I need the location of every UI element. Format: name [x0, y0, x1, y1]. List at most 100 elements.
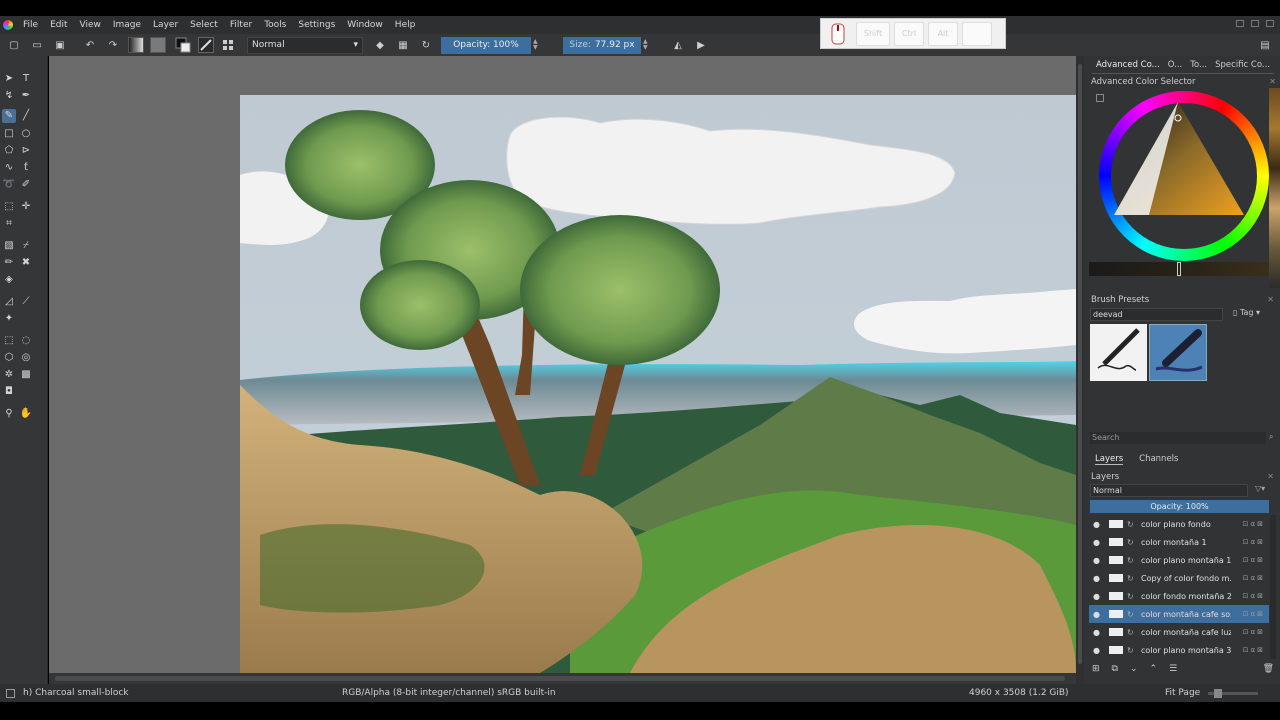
- layer-row[interactable]: ● ↻ Copy of color fondo m... ⊡α⊠: [1089, 569, 1269, 587]
- layer-name[interactable]: color montaña cafe luz: [1141, 628, 1231, 637]
- layer-list-scrollbar[interactable]: [1270, 515, 1276, 659]
- eraser-mode-icon[interactable]: ◆: [371, 36, 389, 54]
- polygon-tool-icon[interactable]: ⬠: [2, 144, 16, 158]
- reference-images-icon[interactable]: ✦: [2, 312, 16, 326]
- tag-button[interactable]: ▯ Tag ▾: [1233, 308, 1260, 317]
- close-icon[interactable]: [1266, 20, 1274, 27]
- move-layer-up-icon[interactable]: ⌃: [1150, 664, 1158, 678]
- tab-specific-color[interactable]: Specific Co...: [1211, 60, 1275, 74]
- gradient-tool-icon[interactable]: ▧: [2, 239, 16, 253]
- alpha-inherit-icon[interactable]: ↻: [1127, 628, 1135, 637]
- brush-preset-charcoal[interactable]: [1149, 324, 1207, 381]
- alpha-inherit-icon[interactable]: ↻: [1127, 556, 1135, 565]
- visibility-eye-icon[interactable]: ●: [1093, 574, 1103, 583]
- open-document-icon[interactable]: ▭: [28, 36, 46, 54]
- zoom-slider-handle[interactable]: [1214, 689, 1222, 698]
- filter-icon[interactable]: ▽▾: [1255, 484, 1265, 493]
- alpha-inherit-icon[interactable]: ↻: [1127, 592, 1135, 601]
- visibility-eye-icon[interactable]: ●: [1093, 592, 1103, 601]
- layer-name[interactable]: color fondo montaña 2: [1141, 592, 1231, 601]
- menu-tools[interactable]: Tools: [258, 20, 292, 30]
- pattern-swatch[interactable]: [150, 37, 166, 53]
- visibility-eye-icon[interactable]: ●: [1093, 610, 1103, 619]
- brush-search-input[interactable]: Search: [1090, 432, 1266, 444]
- tab-advanced-color[interactable]: Advanced Co...: [1092, 60, 1164, 74]
- alpha-inherit-icon[interactable]: ↻: [1127, 610, 1135, 619]
- layer-name[interactable]: color plano montaña 3: [1141, 646, 1231, 655]
- color-picker-icon[interactable]: ⌿: [19, 239, 33, 253]
- menu-edit[interactable]: Edit: [44, 20, 73, 30]
- redo-icon[interactable]: ↷: [104, 36, 122, 54]
- smart-patch-icon[interactable]: ✖: [19, 256, 33, 270]
- move-layer-down-icon[interactable]: ⌄: [1130, 664, 1138, 678]
- restore-icon[interactable]: [1251, 20, 1259, 27]
- tab-overview[interactable]: O...: [1163, 60, 1187, 74]
- line-tool-icon[interactable]: ╱: [19, 109, 33, 123]
- multibrush-icon[interactable]: ✐: [19, 178, 33, 192]
- tab-tool-options[interactable]: To...: [1186, 60, 1212, 74]
- similar-select-icon[interactable]: ▩: [19, 368, 33, 382]
- alpha-inherit-icon[interactable]: ↻: [1127, 574, 1135, 583]
- tab-channels[interactable]: Channels: [1139, 454, 1178, 465]
- dynamic-brush-icon[interactable]: ➰: [2, 178, 16, 192]
- bezier-select-icon[interactable]: ◘: [2, 385, 16, 399]
- menu-settings[interactable]: Settings: [292, 20, 341, 30]
- zoom-slider[interactable]: [1208, 689, 1258, 698]
- layer-flags-icon[interactable]: ⊡α⊠: [1243, 592, 1265, 600]
- transform-tool-icon[interactable]: ⬚: [2, 200, 16, 214]
- blend-mode-select[interactable]: Normal ▾: [247, 36, 363, 54]
- layer-properties-icon[interactable]: ☰: [1169, 664, 1177, 678]
- delete-layer-icon[interactable]: 🗑: [1263, 664, 1274, 678]
- calligraphy-icon[interactable]: ✒: [19, 89, 33, 103]
- duplicate-layer-icon[interactable]: ⧉: [1112, 664, 1118, 678]
- brush-preset-icon[interactable]: [198, 37, 214, 53]
- palette-column[interactable]: [1269, 88, 1280, 288]
- layer-name[interactable]: color montaña cafe so...: [1141, 610, 1231, 619]
- assistant-tool-icon[interactable]: ◿: [2, 295, 16, 309]
- search-icon[interactable]: ⌕: [1269, 432, 1273, 442]
- measure-tool-icon[interactable]: ⟋: [19, 295, 33, 309]
- grid-icon[interactable]: [219, 36, 237, 54]
- layer-flags-icon[interactable]: ⊡α⊠: [1243, 610, 1265, 618]
- menu-view[interactable]: View: [74, 20, 107, 30]
- mirror-vertical-icon[interactable]: ▶: [692, 36, 710, 54]
- size-spin-icon[interactable]: ▲ ▼: [643, 39, 651, 51]
- fill-tool-icon[interactable]: ◈: [2, 273, 16, 287]
- workspace-icon[interactable]: ▤: [1256, 36, 1274, 54]
- brush-preset-ink[interactable]: [1090, 324, 1147, 381]
- opacity-spin-icon[interactable]: ▲ ▼: [533, 39, 541, 51]
- gradient-swatch[interactable]: [128, 37, 144, 53]
- horizontal-scrollbar[interactable]: [49, 673, 1076, 684]
- layer-blend-select[interactable]: Normal: [1090, 484, 1248, 497]
- layer-row[interactable]: ● ↻ color plano montaña 1 ⊡α⊠: [1089, 551, 1269, 569]
- close-icon[interactable]: ✕: [1269, 77, 1276, 86]
- painting-canvas[interactable]: [49, 56, 1076, 673]
- new-document-icon[interactable]: ▢: [5, 36, 23, 54]
- visibility-eye-icon[interactable]: ●: [1093, 520, 1103, 529]
- mirror-horizontal-icon[interactable]: ◭: [669, 36, 687, 54]
- move-tool-icon[interactable]: ✛: [19, 200, 33, 214]
- close-icon[interactable]: ✕: [1267, 295, 1274, 304]
- tab-layers[interactable]: Layers: [1095, 454, 1124, 465]
- freehand-select-icon[interactable]: ◎: [19, 351, 33, 365]
- polyline-tool-icon[interactable]: ⊳: [19, 144, 33, 158]
- vertical-scroll-thumb[interactable]: [1078, 64, 1082, 664]
- horizontal-scroll-thumb[interactable]: [55, 676, 1065, 681]
- layer-flags-icon[interactable]: ⊡α⊠: [1243, 646, 1265, 654]
- contiguous-select-icon[interactable]: ✲: [2, 368, 16, 382]
- layer-name[interactable]: Copy of color fondo m...: [1141, 574, 1231, 583]
- layer-flags-icon[interactable]: ⊡α⊠: [1243, 574, 1265, 582]
- rectangle-tool-icon[interactable]: □: [2, 127, 16, 141]
- rect-select-icon[interactable]: ⬚: [2, 334, 16, 348]
- visibility-eye-icon[interactable]: ●: [1093, 556, 1103, 565]
- vertical-scrollbar[interactable]: [1076, 56, 1084, 684]
- select-shapes-icon[interactable]: ➤: [2, 72, 16, 86]
- advanced-color-selector[interactable]: [1089, 88, 1269, 288]
- freehand-brush-icon[interactable]: ✎: [2, 109, 16, 123]
- zoom-mode-label[interactable]: Fit Page: [1165, 688, 1200, 698]
- ellipse-tool-icon[interactable]: ○: [19, 127, 33, 141]
- freehand-path-icon[interactable]: ƭ: [19, 161, 33, 175]
- menu-filter[interactable]: Filter: [224, 20, 258, 30]
- menu-help[interactable]: Help: [389, 20, 422, 30]
- zoom-tool-icon[interactable]: ⚲: [2, 407, 16, 421]
